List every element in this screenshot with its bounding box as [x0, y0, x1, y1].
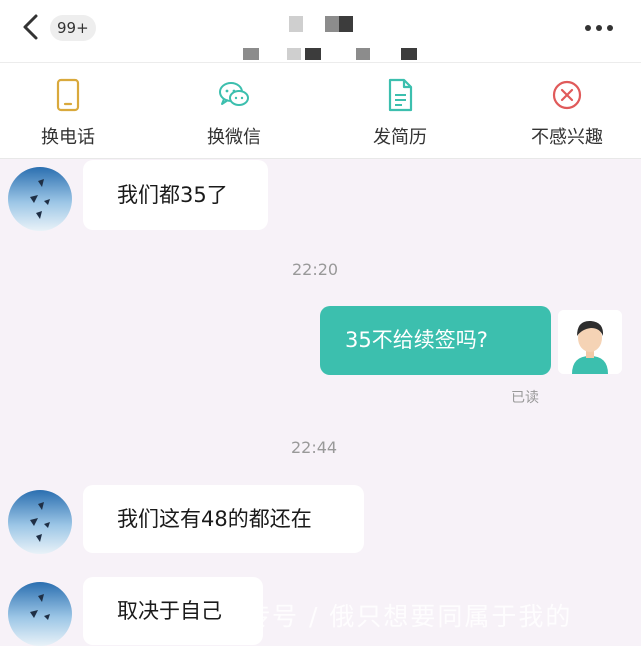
not-interested-button[interactable]: 不感兴趣	[512, 63, 622, 158]
wechat-icon	[219, 82, 249, 106]
resume-icon	[388, 78, 413, 112]
exchange-wechat-button[interactable]: 换微信	[179, 63, 289, 158]
timestamp: 22:44	[291, 438, 338, 457]
not-interested-label: 不感兴趣	[531, 127, 603, 148]
action-bar: 换电话 换微信 发简历 不感兴趣	[0, 63, 641, 159]
sender-avatar[interactable]	[8, 582, 72, 646]
sender-avatar[interactable]	[8, 167, 72, 231]
unread-count-badge[interactable]: 99+	[50, 15, 96, 41]
close-circle-icon	[552, 80, 582, 110]
avatar-image	[8, 582, 72, 646]
exchange-wechat-label: 换微信	[207, 127, 261, 148]
phone-icon	[56, 78, 80, 112]
top-bar: 99+	[0, 0, 641, 63]
avatar-image	[558, 310, 622, 374]
read-status: 已读	[511, 390, 539, 406]
sender-avatar[interactable]	[8, 490, 72, 554]
timestamp: 22:20	[292, 260, 339, 279]
watermark-text: 传号 / 俄只想要同属于我的	[245, 602, 573, 631]
avatar-image	[8, 167, 72, 231]
send-resume-button[interactable]: 发简历	[345, 63, 455, 158]
back-button[interactable]	[14, 10, 48, 44]
exchange-phone-label: 换电话	[41, 127, 95, 148]
send-resume-label: 发简历	[373, 127, 427, 148]
message-bubble-incoming[interactable]: 我们这有48的都还在	[83, 485, 364, 553]
message-bubble-incoming[interactable]: 取决于自己	[83, 577, 263, 645]
message-text: 35不给续签吗?	[345, 328, 488, 352]
more-dots-icon	[585, 25, 613, 31]
avatar-image	[8, 490, 72, 554]
message-bubble-incoming[interactable]: 我们都35了	[83, 160, 268, 230]
more-button[interactable]	[578, 14, 620, 42]
message-text: 取决于自己	[117, 599, 222, 623]
chevron-left-icon	[23, 14, 38, 40]
message-bubble-outgoing[interactable]: 35不给续签吗?	[320, 306, 551, 375]
message-text: 我们这有48的都还在	[117, 507, 312, 531]
my-avatar[interactable]	[558, 310, 622, 374]
exchange-phone-button[interactable]: 换电话	[13, 63, 123, 158]
message-text: 我们都35了	[117, 183, 228, 207]
